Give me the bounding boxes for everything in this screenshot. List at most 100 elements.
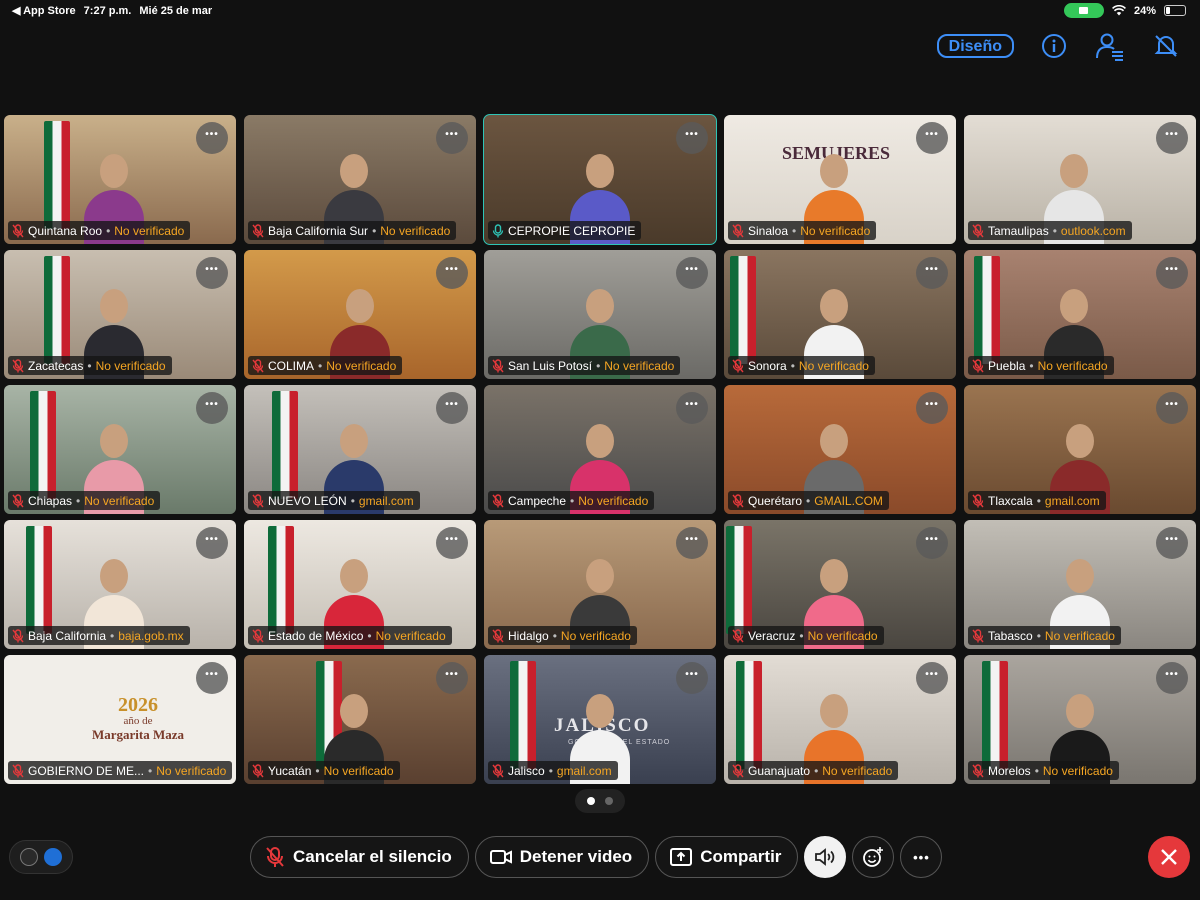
participant-verification-status: No verificado	[380, 223, 451, 238]
stop-video-button[interactable]: Detener video	[474, 836, 650, 878]
end-call-button[interactable]	[1148, 836, 1190, 878]
participant-verification-status: gmail.com	[556, 763, 612, 778]
tile-more-button[interactable]: •••	[1156, 257, 1188, 289]
participant-tile[interactable]: ••• Tlaxcala • gmail.com	[964, 385, 1196, 514]
participant-tile[interactable]: ••• Sonora • No verificado	[724, 250, 956, 379]
security-status-pill[interactable]	[9, 840, 73, 874]
video-grid: ••• Quintana Roo • No verificado ••• Baja Cal…	[4, 114, 1197, 784]
separator-dot: •	[372, 223, 377, 238]
tile-more-button[interactable]: •••	[196, 122, 228, 154]
participant-verification-status: No verificado	[114, 223, 185, 238]
battery-percent: 24%	[1133, 4, 1156, 17]
participant-tile[interactable]: ••• Baja California • baja.gob.mx	[4, 520, 236, 649]
participant-tile[interactable]: ••• Veracruz • No verificado	[724, 520, 956, 649]
participant-tile[interactable]: ••• Yucatán • No verificado	[244, 655, 476, 784]
tile-more-button[interactable]: •••	[1156, 527, 1188, 559]
participant-tile[interactable]: 2026 año de Margarita Maza ••• GOBIERNO DE M…	[4, 655, 236, 784]
page-dot-1[interactable]	[587, 797, 595, 805]
info-icon[interactable]	[1038, 30, 1070, 62]
tile-more-button[interactable]: •••	[436, 122, 468, 154]
participant-tile[interactable]: ••• Puebla • No verificado	[964, 250, 1196, 379]
notifications-off-icon[interactable]	[1150, 30, 1182, 62]
reactions-button[interactable]	[852, 836, 895, 878]
participant-verification-status: No verificado	[1044, 628, 1115, 643]
participant-verification-status: No verificado	[323, 763, 394, 778]
participant-tile[interactable]: ••• NUEVO LEÓN • gmail.com	[244, 385, 476, 514]
unmute-button[interactable]: Cancelar el silencio	[250, 836, 469, 878]
participant-tile[interactable]: ••• COLIMA • No verificado	[244, 250, 476, 379]
participant-name-tag: Tabasco • No verificado	[968, 626, 1121, 645]
participant-tile[interactable]: ••• CEPROPIE CEPROPIE	[483, 114, 717, 245]
tile-more-button[interactable]: •••	[676, 257, 708, 289]
separator-dot: •	[148, 763, 153, 778]
mic-muted-icon	[492, 628, 504, 643]
participant-tile[interactable]: ••• Estado de México • No verificado	[244, 520, 476, 649]
participant-tile[interactable]: ••• San Luis Potosí • No verificado	[484, 250, 716, 379]
back-to-app-link[interactable]: ◀ App Store	[12, 4, 76, 17]
mic-on-icon	[492, 223, 504, 238]
page-indicator[interactable]	[575, 789, 625, 813]
participant-tile[interactable]: ••• Guanajuato • No verificado	[724, 655, 956, 784]
participant-tile[interactable]: ••• Baja California Sur • No verificado	[244, 115, 476, 244]
participant-name: COLIMA	[268, 358, 315, 373]
participant-name-tag: GOBIERNO DE ME... • No verificado	[8, 761, 232, 780]
tile-more-button[interactable]: •••	[1156, 122, 1188, 154]
flag-image	[268, 526, 294, 634]
participants-icon[interactable]	[1094, 30, 1126, 62]
tile-more-button[interactable]: •••	[916, 527, 948, 559]
participant-name: Tlaxcala	[988, 493, 1033, 508]
participant-tile[interactable]: ••• Querétaro • GMAIL.COM	[724, 385, 956, 514]
mic-muted-icon	[12, 763, 24, 778]
participant-tile[interactable]: ••• Quintana Roo • No verificado	[4, 115, 236, 244]
tile-more-button[interactable]: •••	[676, 527, 708, 559]
tile-more-button[interactable]: •••	[1156, 392, 1188, 424]
participant-tile[interactable]: JALISCOGOBIERNO DEL ESTADO•••Jalisco•gma…	[484, 655, 716, 784]
more-options-button[interactable]: •••	[900, 836, 943, 878]
tile-more-button[interactable]: •••	[1156, 662, 1188, 694]
tile-more-button[interactable]: •••	[196, 662, 228, 694]
participant-name-tag: Campeche • No verificado	[488, 491, 655, 510]
status-time: 7:27 p.m.	[83, 4, 132, 17]
mic-muted-icon	[972, 763, 984, 778]
speaker-button[interactable]	[804, 836, 847, 878]
tile-more-button[interactable]: •••	[196, 527, 228, 559]
tile-more-button[interactable]: •••	[436, 392, 468, 424]
tile-more-button[interactable]: •••	[196, 257, 228, 289]
tile-more-button[interactable]: •••	[676, 662, 708, 694]
participant-name: San Luis Potosí	[508, 358, 593, 373]
participant-tile[interactable]: ••• Hidalgo • No verificado	[484, 520, 716, 649]
participant-tile[interactable]: ••• Zacatecas • No verificado	[4, 250, 236, 379]
status-bar: ◀ App Store 7:27 p.m. Mié 25 de mar 24%	[0, 0, 1200, 22]
participant-name-tag: Estado de México • No verificado	[248, 626, 452, 645]
participant-tile[interactable]: ••• Campeche • No verificado	[484, 385, 716, 514]
participant-tile[interactable]: ••• Tamaulipas • outlook.com	[964, 115, 1196, 244]
participant-name: Tamaulipas	[988, 223, 1049, 238]
participant-name-tag: NUEVO LEÓN • gmail.com	[248, 491, 420, 510]
tile-more-button[interactable]: •••	[916, 662, 948, 694]
tile-more-button[interactable]: •••	[916, 257, 948, 289]
mic-muted-icon	[252, 763, 264, 778]
tile-more-button[interactable]: •••	[916, 392, 948, 424]
mic-muted-icon	[252, 223, 264, 238]
tile-more-button[interactable]: •••	[196, 392, 228, 424]
battery-level	[1166, 7, 1170, 14]
mic-muted-icon	[732, 763, 744, 778]
participant-tile[interactable]: ••• Tabasco • No verificado	[964, 520, 1196, 649]
participant-tile[interactable]: SEMUJERES ••• Sinaloa • No verificado	[724, 115, 956, 244]
mic-muted-icon	[12, 493, 24, 508]
shield-icon	[44, 848, 62, 866]
stop-video-label: Detener video	[519, 847, 633, 866]
layout-button[interactable]: Diseño	[936, 34, 1014, 58]
tile-more-button[interactable]: •••	[436, 527, 468, 559]
page-dot-2[interactable]	[605, 797, 613, 805]
separator-dot: •	[76, 493, 81, 508]
tile-more-button[interactable]: •••	[676, 392, 708, 424]
participant-tile[interactable]: ••• Morelos • No verificado	[964, 655, 1196, 784]
tile-more-button[interactable]: •••	[916, 122, 948, 154]
tile-more-button[interactable]: •••	[676, 122, 708, 154]
participant-tile[interactable]: ••• Chiapas • No verificado	[4, 385, 236, 514]
tile-more-button[interactable]: •••	[436, 257, 468, 289]
share-button[interactable]: Compartir	[655, 836, 799, 878]
wifi-icon	[1112, 5, 1126, 16]
tile-more-button[interactable]: •••	[436, 662, 468, 694]
